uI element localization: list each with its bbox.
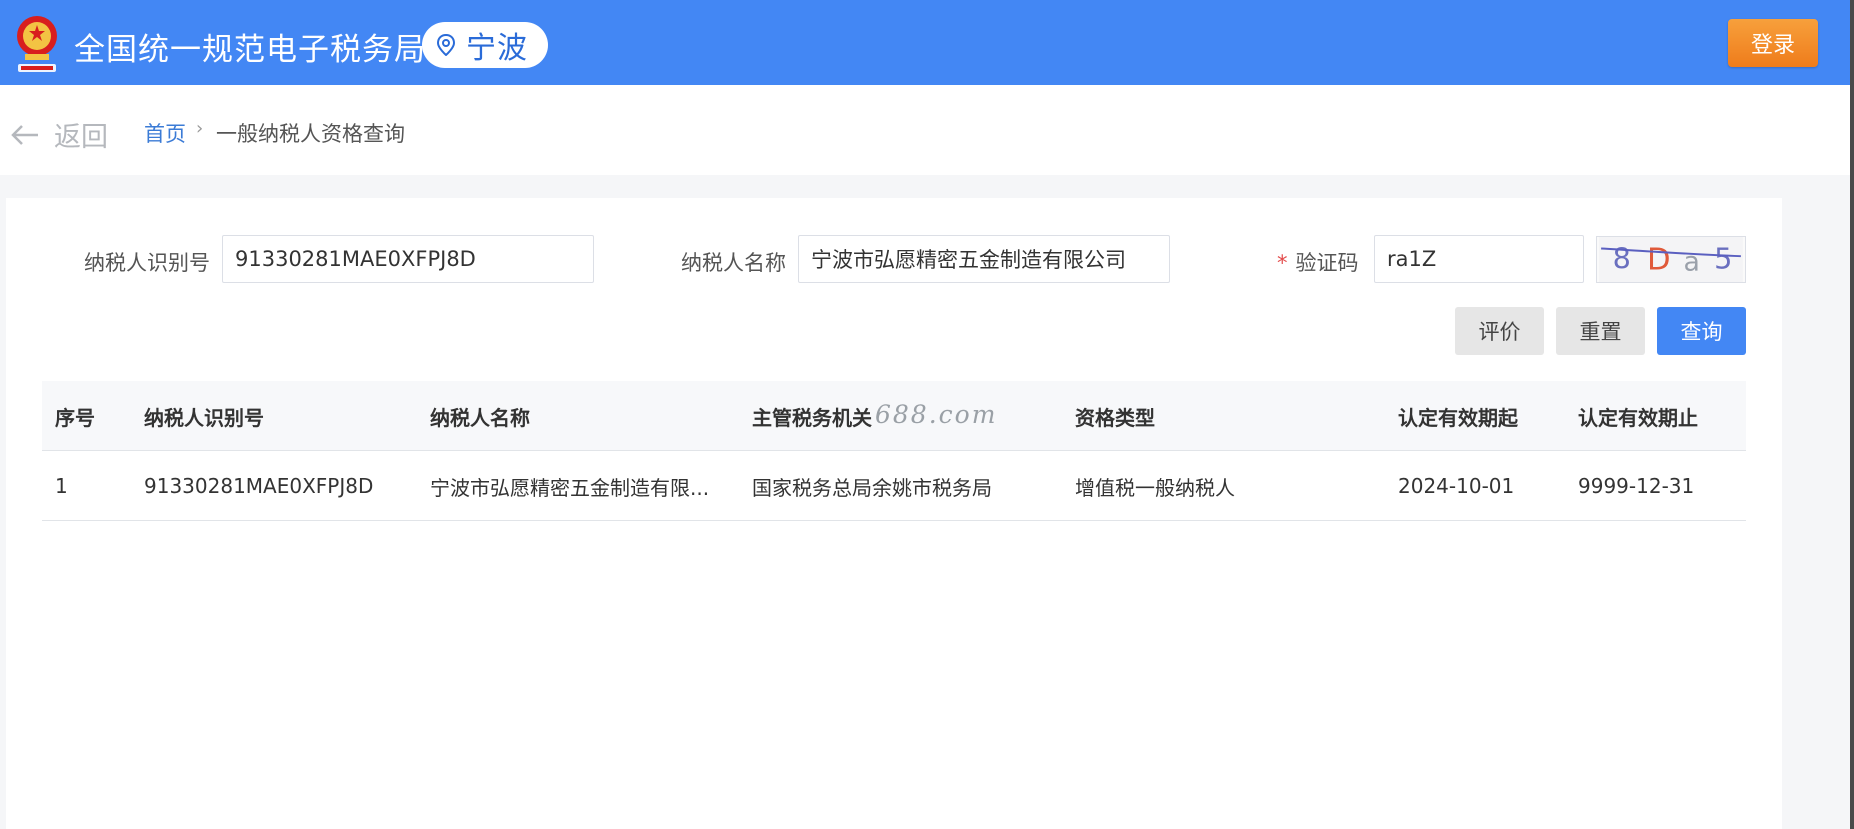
column-header-taxpayer-name: 纳税人名称 (430, 405, 530, 430)
cell-valid-to: 9999-12-31 (1578, 474, 1695, 498)
cell-taxpayer-id: 91330281MAE0XFPJ8D (144, 474, 374, 498)
cell-tax-authority: 国家税务总局余姚市税务局 (752, 475, 992, 500)
breadcrumb-bar: 返回 首页 › 一般纳税人资格查询 (0, 85, 1850, 175)
window-edge (1850, 0, 1854, 829)
breadcrumb-current: 一般纳税人资格查询 (216, 122, 405, 146)
required-mark: * (1277, 251, 1288, 275)
arrow-left-icon (11, 124, 38, 145)
site-title: 全国统一规范电子税务局 (74, 32, 426, 68)
top-header: 全国统一规范电子税务局 宁波 登录 (0, 0, 1850, 85)
captcha-label-group: * 验证码 (1277, 247, 1359, 277)
breadcrumb-separator: › (196, 118, 204, 139)
captcha-char-4: 5 (1714, 242, 1732, 276)
column-header-valid-from: 认定有效期起 (1398, 405, 1518, 430)
query-button[interactable]: 查询 (1657, 307, 1746, 355)
login-button[interactable]: 登录 (1728, 19, 1818, 67)
column-header-index: 序号 (55, 405, 95, 430)
back-button[interactable]: 返回 (10, 115, 108, 154)
region-selector[interactable]: 宁波 (422, 22, 548, 68)
column-header-qualification-type: 资格类型 (1075, 405, 1155, 430)
evaluate-button[interactable]: 评价 (1455, 307, 1544, 355)
watermark-text: 688.com (875, 400, 998, 429)
taxpayer-name-input[interactable] (798, 235, 1170, 283)
taxpayer-id-input[interactable] (222, 235, 594, 283)
cell-qualification-type: 增值税一般纳税人 (1075, 475, 1235, 500)
cell-taxpayer-name: 宁波市弘愿精密五金制造有限... (430, 475, 710, 500)
column-header-tax-authority: 主管税务机关 (752, 405, 872, 430)
table-row: 1 91330281MAE0XFPJ8D 宁波市弘愿精密五金制造有限... 国家… (42, 451, 1746, 521)
national-emblem-icon (17, 16, 57, 72)
cell-valid-from: 2024-10-01 (1398, 474, 1515, 498)
cell-index: 1 (55, 474, 68, 498)
reset-button[interactable]: 重置 (1556, 307, 1645, 355)
taxpayer-name-label: 纳税人名称 (681, 251, 786, 275)
location-pin-icon (436, 34, 456, 56)
captcha-char-3: a (1683, 247, 1699, 278)
region-label: 宁波 (466, 31, 528, 66)
captcha-input[interactable] (1374, 235, 1584, 283)
captcha-char-1: 8 (1613, 242, 1631, 276)
captcha-char-2: D (1647, 243, 1671, 278)
column-header-valid-to: 认定有效期止 (1578, 405, 1698, 430)
taxpayer-id-label: 纳税人识别号 (84, 251, 210, 275)
breadcrumb-home-link[interactable]: 首页 (144, 118, 186, 148)
captcha-label: 验证码 (1295, 251, 1359, 275)
captcha-image[interactable]: 8 D a 5 (1596, 236, 1746, 283)
column-header-taxpayer-id: 纳税人识别号 (144, 405, 264, 430)
back-label: 返回 (54, 122, 108, 153)
